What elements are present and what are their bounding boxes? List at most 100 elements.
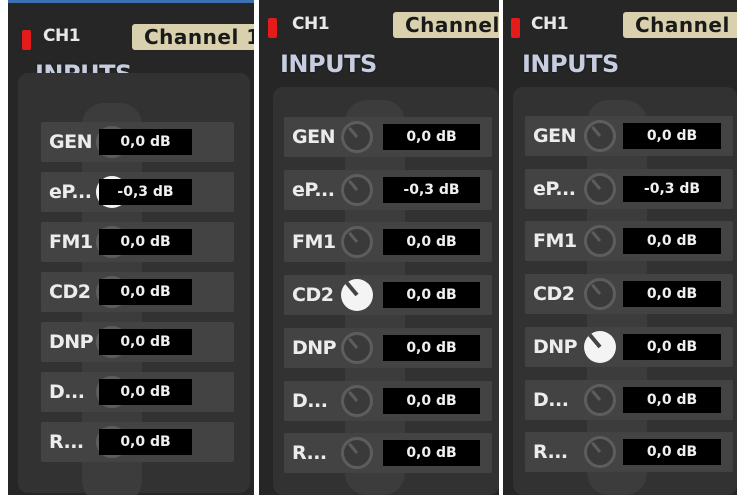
input-row[interactable]: GEN 0,0 dB	[525, 116, 733, 156]
gain-value-display[interactable]: 0,0 dB	[99, 279, 192, 305]
gain-value-display[interactable]: 0,0 dB	[623, 228, 721, 254]
gain-knob-icon[interactable]	[341, 121, 373, 153]
input-label: R...	[49, 431, 84, 453]
input-label: FM1	[292, 231, 336, 253]
input-row[interactable]: D... 0,0 dB	[41, 372, 234, 412]
gain-value-display[interactable]: 0,0 dB	[383, 388, 480, 414]
knob-pointer	[591, 283, 602, 295]
gain-knob-icon[interactable]	[341, 385, 373, 417]
gain-value-display[interactable]: -0,3 dB	[99, 179, 192, 205]
input-label: R...	[533, 441, 568, 463]
gain-knob-icon[interactable]	[584, 436, 616, 468]
knob-pointer	[591, 178, 602, 190]
gain-value-display[interactable]: 0,0 dB	[623, 281, 721, 307]
gain-knob-icon[interactable]	[341, 437, 373, 469]
channel-panel: CH1 Channel INPUTS GEN 0,0 dB eP... -0,3 dB FM1…	[503, 0, 737, 495]
channel-number: CH1	[292, 14, 330, 34]
input-label: eP...	[49, 181, 92, 203]
input-row[interactable]: D... 0,0 dB	[525, 380, 733, 420]
input-row[interactable]: GEN 0,0 dB	[284, 117, 492, 157]
gain-knob-icon[interactable]	[584, 173, 616, 205]
gain-knob-icon[interactable]	[341, 174, 373, 206]
input-row[interactable]: R... 0,0 dB	[525, 432, 733, 472]
gain-value-display[interactable]: 0,0 dB	[383, 440, 480, 466]
input-row[interactable]: D... 0,0 dB	[284, 381, 492, 421]
gain-knob-icon[interactable]	[584, 278, 616, 310]
panel-top-border	[8, 0, 254, 3]
channel-name-field[interactable]: Channel	[393, 12, 499, 38]
channel-number: CH1	[43, 26, 81, 46]
knob-pointer	[591, 441, 602, 453]
input-label: CD2	[292, 284, 334, 306]
input-row[interactable]: R... 0,0 dB	[284, 433, 492, 473]
input-row[interactable]: DNP 0,0 dB	[41, 322, 234, 362]
gain-value-display[interactable]: 0,0 dB	[383, 282, 480, 308]
gain-value-display[interactable]: 0,0 dB	[383, 229, 480, 255]
gain-knob-icon[interactable]	[341, 226, 373, 258]
knob-pointer	[348, 179, 359, 191]
knob-pointer	[345, 281, 359, 297]
input-label: DNP	[292, 337, 337, 359]
input-row[interactable]: R... 0,0 dB	[41, 422, 234, 462]
gain-knob-icon[interactable]	[584, 384, 616, 416]
gain-value-display[interactable]: 0,0 dB	[623, 334, 721, 360]
gain-value-display[interactable]: 0,0 dB	[99, 229, 192, 255]
gain-value-display[interactable]: 0,0 dB	[99, 429, 192, 455]
input-label: GEN	[533, 125, 576, 147]
gain-value-display[interactable]: 0,0 dB	[623, 123, 721, 149]
input-label: DNP	[49, 331, 94, 353]
knob-pointer	[348, 337, 359, 349]
channel-led-icon	[511, 18, 520, 38]
gain-value-display[interactable]: 0,0 dB	[623, 439, 721, 465]
input-row[interactable]: eP... -0,3 dB	[284, 170, 492, 210]
knob-pointer	[591, 389, 602, 401]
knob-pointer	[348, 442, 359, 454]
gain-knob-icon[interactable]	[584, 225, 616, 257]
knob-pointer	[591, 230, 602, 242]
input-row[interactable]: FM1 0,0 dB	[525, 221, 733, 261]
gain-knob-icon[interactable]	[584, 120, 616, 152]
input-row[interactable]: DNP 0,0 dB	[525, 327, 733, 367]
input-label: D...	[49, 381, 85, 403]
input-row[interactable]: FM1 0,0 dB	[284, 222, 492, 262]
input-label: GEN	[292, 126, 335, 148]
inputs-section-title: INPUTS	[522, 50, 619, 78]
input-label: FM1	[49, 231, 93, 253]
gain-knob-icon[interactable]	[341, 279, 373, 311]
knob-pointer	[348, 231, 359, 243]
gain-knob-icon[interactable]	[584, 331, 616, 363]
input-row[interactable]: CD2 0,0 dB	[284, 275, 492, 315]
knob-pointer	[588, 333, 602, 349]
input-label: CD2	[533, 283, 575, 305]
channel-name-field[interactable]: Channel 1	[132, 24, 254, 50]
input-row[interactable]: eP... -0,3 dB	[525, 169, 733, 209]
gain-value-display[interactable]: 0,0 dB	[383, 124, 480, 150]
input-label: CD2	[49, 281, 91, 303]
gain-value-display[interactable]: 0,0 dB	[99, 379, 192, 405]
gain-knob-icon[interactable]	[341, 332, 373, 364]
gain-value-display[interactable]: -0,3 dB	[623, 176, 721, 202]
input-row[interactable]: eP... -0,3 dB	[41, 172, 234, 212]
channel-panel: CH1 Channel INPUTS GEN 0,0 dB eP... -0,3 dB FM1…	[259, 0, 499, 495]
gain-value-display[interactable]: 0,0 dB	[383, 335, 480, 361]
inputs-section-title: INPUTS	[280, 50, 377, 78]
input-row[interactable]: CD2 0,0 dB	[525, 274, 733, 314]
input-label: GEN	[49, 131, 92, 153]
gain-value-display[interactable]: 0,0 dB	[623, 387, 721, 413]
channel-led-icon	[268, 18, 277, 38]
input-label: eP...	[533, 178, 576, 200]
input-label: FM1	[533, 230, 577, 252]
knob-pointer	[348, 390, 359, 402]
input-row[interactable]: DNP 0,0 dB	[284, 328, 492, 368]
knob-pointer	[591, 125, 602, 137]
knob-pointer	[348, 126, 359, 138]
input-row[interactable]: GEN 0,0 dB	[41, 122, 234, 162]
gain-value-display[interactable]: -0,3 dB	[383, 177, 480, 203]
input-row[interactable]: FM1 0,0 dB	[41, 222, 234, 262]
input-row[interactable]: CD2 0,0 dB	[41, 272, 234, 312]
channel-name-field[interactable]: Channel	[623, 12, 737, 38]
gain-value-display[interactable]: 0,0 dB	[99, 129, 192, 155]
gain-value-display[interactable]: 0,0 dB	[99, 329, 192, 355]
input-label: R...	[292, 442, 327, 464]
input-label: eP...	[292, 179, 335, 201]
